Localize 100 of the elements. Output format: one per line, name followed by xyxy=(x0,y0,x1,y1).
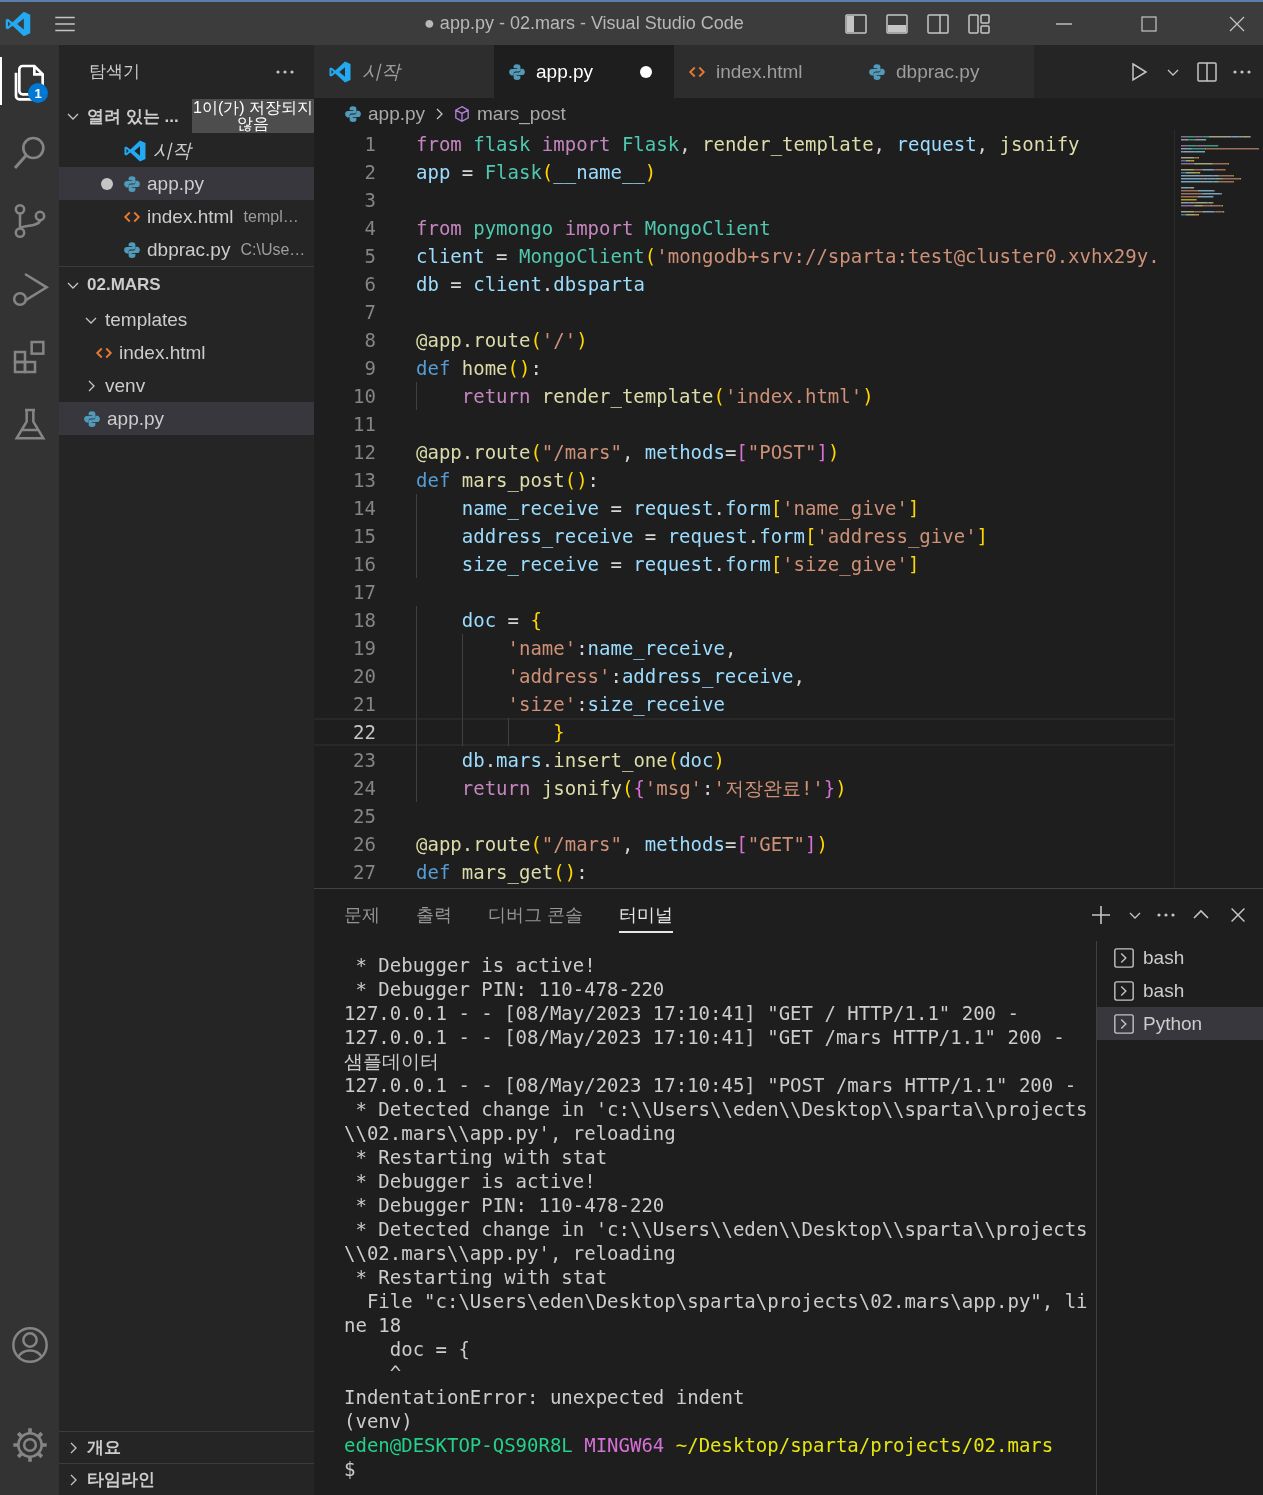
code-line: def home(): xyxy=(416,356,542,381)
split-editor-icon xyxy=(1195,59,1219,84)
code-line: @app.route("/mars", methods=["POST"]) xyxy=(416,440,840,465)
terminal-line: File "c:\Users\eden\Desktop\sparta\projects\02.mars\app.py", li xyxy=(365,1289,1088,1313)
terminal-line: * Debugger is active! xyxy=(354,953,596,977)
terminal-line: 127.0.0.1 - - [08/May/2023 17:10:45] "POST /mars HTTP/1.1" 200 - xyxy=(344,1073,1077,1097)
terminal-line: 127.0.0.1 - - [08/May/2023 17:10:41] "GET /mars HTTP/1.1" 200 - xyxy=(344,1025,1065,1049)
code-line: doc = { xyxy=(416,606,542,634)
line-number: 17 xyxy=(352,581,376,603)
more-icon[interactable] xyxy=(276,69,294,74)
line-number: 15 xyxy=(352,525,376,547)
folder-item[interactable]: venv xyxy=(59,369,314,402)
python-icon xyxy=(508,62,526,81)
line-number: 3 xyxy=(363,189,376,211)
more-icon[interactable] xyxy=(1157,913,1175,917)
terminal-icon xyxy=(1113,946,1135,969)
terminal-icon xyxy=(1113,979,1135,1002)
open-editor-item[interactable]: 시작 xyxy=(59,134,314,167)
code-line: def mars_get(): xyxy=(416,860,588,886)
line-number: 10 xyxy=(352,385,376,407)
line-number: 9 xyxy=(363,357,376,379)
code-line: address_receive = request.form['address_give'] xyxy=(416,522,989,550)
terminal-line: * Debugger PIN: 110-478-220 xyxy=(354,977,665,1001)
terminal-line: ^ xyxy=(388,1361,402,1385)
more-icon[interactable] xyxy=(1233,69,1251,74)
open-editor-item[interactable]: dbprac.py C:\Use… xyxy=(59,233,314,266)
python-icon xyxy=(83,409,101,428)
line-number: 16 xyxy=(352,553,376,575)
line-number: 26 xyxy=(352,833,376,855)
editor-tab[interactable]: 시작 xyxy=(314,45,494,98)
line-number: 23 xyxy=(352,749,376,771)
line-number: 19 xyxy=(352,637,376,659)
terminal-item[interactable]: bash xyxy=(1097,974,1263,1007)
terminal-line: IndentationError: unexpected indent xyxy=(344,1385,745,1409)
line-number: 24 xyxy=(352,777,376,799)
panel-layout-icon xyxy=(885,11,909,36)
editor-tab[interactable]: app.py xyxy=(494,45,674,98)
section-header[interactable]: 타임라인 xyxy=(87,1468,155,1491)
line-number: 2 xyxy=(363,161,376,183)
cube-icon xyxy=(453,105,472,123)
terminal-line: * Restarting with stat xyxy=(354,1265,608,1289)
terminal-line: (venv) xyxy=(344,1409,413,1433)
panel-tab[interactable]: 문제 xyxy=(344,897,380,933)
python-icon xyxy=(868,62,886,81)
vscode-logo-icon xyxy=(4,9,32,38)
terminal-line: \\02.mars\\app.py', reloading xyxy=(344,1241,676,1265)
python-icon xyxy=(344,105,362,123)
code-line: app = Flask(__name__) xyxy=(416,160,657,186)
code-line: 'address':address_receive, xyxy=(416,662,805,690)
editor-tab[interactable]: dbprac.py xyxy=(854,45,1034,98)
panel-tab[interactable]: 출력 xyxy=(416,897,452,933)
minimize-icon[interactable] xyxy=(1055,22,1073,25)
window-title: ● app.py - 02.mars - Visual Studio Code xyxy=(424,13,745,34)
editor-tab[interactable]: index.html xyxy=(674,45,854,98)
line-number: 1 xyxy=(363,133,376,155)
python-icon xyxy=(123,240,141,259)
breadcrumb-item[interactable]: app.py xyxy=(368,103,426,125)
code-line: name_receive = request.form['name_give'] xyxy=(416,494,920,522)
file-item[interactable]: app.py xyxy=(59,402,314,435)
folder-item[interactable]: templates xyxy=(59,303,314,336)
grid-layout-icon xyxy=(967,11,991,36)
terminal-item[interactable]: bash xyxy=(1097,941,1263,974)
line-number: 6 xyxy=(363,273,376,295)
line-number: 18 xyxy=(352,609,376,631)
terminal-item[interactable]: Python xyxy=(1097,1007,1263,1040)
file-item[interactable]: index.html xyxy=(59,336,314,369)
code-line: size_receive = request.form['size_give'] xyxy=(416,550,920,578)
line-number: 20 xyxy=(352,665,376,687)
panel-tab[interactable]: 디버그 콘솔 xyxy=(488,897,583,933)
notification-badge: 1 xyxy=(28,83,48,103)
line-number: 4 xyxy=(363,217,376,239)
unsaved-tooltip: 1이(가) 저장되지 않음 xyxy=(192,99,314,133)
code-line: } xyxy=(416,718,565,746)
section-header[interactable]: 02.MARS xyxy=(87,275,161,295)
section-header[interactable]: 개요 xyxy=(87,1436,121,1459)
code-line: db.mars.insert_one(doc) xyxy=(416,746,725,774)
plus-icon xyxy=(1089,903,1113,927)
terminal-line: * Debugger PIN: 110-478-220 xyxy=(354,1193,665,1217)
code-line: def mars_post(): xyxy=(416,468,600,494)
sidebar-title: 탐색기 xyxy=(89,61,140,83)
open-editor-item[interactable]: index.html templ… xyxy=(59,200,314,233)
terminal-line: * Debugger is active! xyxy=(354,1169,596,1193)
terminal-prompt: eden@DESKTOP-QS90R8L MINGW64 ~/Desktop/sparta/projects/02.mars xyxy=(344,1433,1054,1457)
line-number: 27 xyxy=(352,861,376,883)
line-number: 11 xyxy=(352,413,376,435)
section-header[interactable]: 열려 있는 ... xyxy=(87,104,179,128)
vscode-logo-icon xyxy=(328,59,352,84)
code-line: from pymongo import MongoClient xyxy=(416,216,771,241)
line-number: 21 xyxy=(352,693,376,715)
panel-tab[interactable]: 터미널 xyxy=(619,897,673,933)
code-line: 'size':size_receive xyxy=(416,690,725,718)
python-icon xyxy=(123,174,141,193)
line-number: 12 xyxy=(352,441,376,463)
code-line: return jsonify({'msg':'저장완료!'}) xyxy=(416,774,847,802)
terminal-line: ne 18 xyxy=(344,1313,402,1337)
open-editor-item[interactable]: app.py xyxy=(59,167,314,200)
terminal-icon xyxy=(1113,1012,1135,1035)
breadcrumb-item[interactable]: mars_post xyxy=(477,103,566,125)
terminal-line: 샘플데이터 xyxy=(344,1049,439,1073)
terminal-line: doc = { xyxy=(388,1337,470,1361)
